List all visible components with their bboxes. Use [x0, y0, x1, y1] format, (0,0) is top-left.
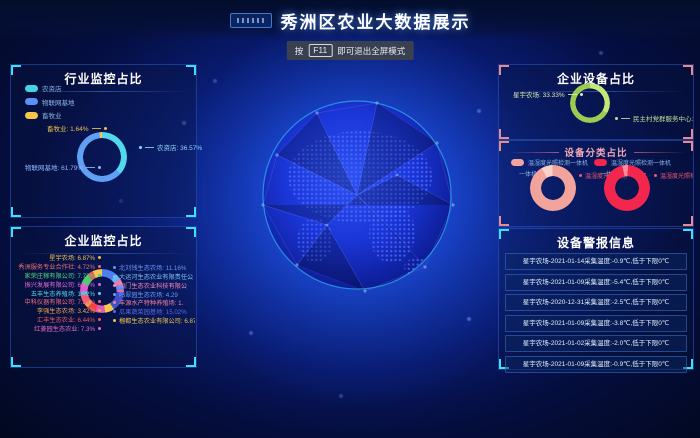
donut-label: 汇丰生态农业: 6.44% [37, 315, 101, 324]
donut-label: 中科仪器有限公司: 7.29% [25, 297, 101, 306]
legend-swatch [25, 112, 38, 119]
legend-swatch [594, 159, 607, 166]
legend-label: 物联网基地 [42, 97, 75, 107]
header-bar: 秀洲区农业大数据展示 [0, 0, 700, 40]
donut-label: 榴都生态农业有限公司: 6.87 [113, 316, 195, 325]
legend-item[interactable]: 物联网基地 [25, 97, 75, 107]
enterprise-left-labels: 星宇农场: 6.87% 秀洲服务专业合作社: 4.72% 家荣庄稼有限公司: 7… [15, 253, 101, 333]
alarm-row: 星宇农场-2021-01-09采集温度:-5.4℃,低于下限0℃ [505, 274, 687, 291]
page-title: 秀洲区农业大数据展示 [281, 8, 471, 33]
industry-legend: 农资店 物联网基地 畜牧业 [25, 83, 75, 120]
donut-label: 星宇农场: 6.87% [49, 253, 101, 262]
donut-label: 星宇农场: 33.33% [513, 89, 583, 99]
hint-prefix: 按 [295, 45, 304, 57]
donut-label: 红菱园生态农业: 7.3% [34, 324, 101, 333]
legend-swatch [511, 159, 524, 166]
donut-label: 大运河生态农业有限责任公 [113, 272, 193, 281]
donut-label: 民主村党群服务中心: [615, 113, 693, 123]
classification-donut-left[interactable] [530, 165, 576, 211]
legend-swatch [25, 85, 38, 92]
donut-label: 陶门生态农业科技有限公 [113, 281, 187, 290]
panel-enterprise-monitor: 企业监控占比 星宇农场: 6.87% 秀洲服务专业合作社: 4.72% 家荣庄稼… [10, 226, 197, 368]
panel-alarm-info: 设备警报信息 星宇农场-2021-01-14采集温度:-0.9℃,低于下限0℃ … [498, 228, 694, 370]
panel-device-ratio: 企业设备占比 星宇农场: 33.33% 民主村党群服务中心: [498, 64, 694, 140]
fullscreen-hint: 按 F11 即可退出全屏模式 [287, 41, 414, 60]
alarm-row: 星宇农场-2021-01-09采集温度:-0.9℃,低于下限0℃ [505, 356, 687, 373]
enterprise-right-labels: 北刘钱生态农场: 11.16% 大运河生态农业有限责任公 陶门生态农业科技有限公… [113, 263, 195, 325]
f11-key-badge: F11 [308, 44, 332, 57]
donut-label: 五丰生态养殖场: 1.72% [31, 289, 101, 298]
logo-badge [230, 13, 272, 28]
donut-label: 鸣翠园生态农场: 4.29 [113, 290, 178, 299]
alarm-panel-title: 设备警报信息 [499, 234, 693, 251]
section-device-classification: 设备分类占比 温湿度光照检测一体机 一体机产品1 温湿度光照检测一→ 温湿度光照… [498, 140, 694, 227]
alarm-row: 星宇农场-2021-01-14采集温度:-0.9℃,低于下限0℃ [505, 253, 687, 270]
legend-label: 农资店 [42, 83, 62, 93]
legend-label: 畜牧业 [42, 110, 62, 120]
classification-donut-right[interactable] [604, 165, 650, 211]
classification-title: 设备分类占比 [499, 141, 693, 159]
alarm-row: 星宇农场-2021-01-02采集温度:-2.0℃,低于下限0℃ [505, 335, 687, 352]
globe-visualization [257, 95, 457, 295]
donut-label: 物联网基地: 61.79% [25, 162, 101, 172]
alarm-row: 星宇农场-2021-01-09采集温度:-3.8℃,低于下限0℃ [505, 315, 687, 332]
donut-label: 家荣庄稼有限公司: 7.72% [25, 271, 101, 280]
donut-label: 北刘钱生态农场: 11.16% [113, 263, 186, 272]
enterprise-panel-title: 企业监控占比 [11, 232, 196, 249]
legend-item[interactable]: 畜牧业 [25, 110, 75, 120]
donut-label: 瓜果蔬菜园基地: 15.02% [113, 307, 187, 316]
alarm-list: 星宇农场-2021-01-14采集温度:-0.9℃,低于下限0℃ 星宇农场-20… [499, 253, 693, 373]
alarm-row: 星宇农场-2020-12-31采集温度:-2.5℃,低于下限0℃ [505, 294, 687, 311]
donut-label: 畜牧业: 1.64% [47, 123, 107, 133]
donut-label: 李强生态农场: 3.42% [37, 306, 101, 315]
donut-label: 农资店: 36.57% [139, 142, 202, 152]
donut-label: 温湿度光照检→ [654, 171, 694, 180]
legend-swatch [25, 98, 38, 105]
donut-label: 振兴发展有限公司: 6.87% [25, 280, 101, 289]
legend-item[interactable]: 农资店 [25, 83, 75, 93]
industry-donut-chart[interactable] [77, 132, 127, 182]
panel-industry-monitor: 行业监控占比 农资店 物联网基地 畜牧业 畜牧业: 1.64% 农资店: 36.… [10, 64, 197, 218]
hint-suffix: 即可退出全屏模式 [337, 45, 405, 57]
donut-label: 秀洲服务专业合作社: 4.72% [18, 262, 101, 271]
donut-label: 丰源水产特种养殖场: 1. [113, 298, 183, 307]
